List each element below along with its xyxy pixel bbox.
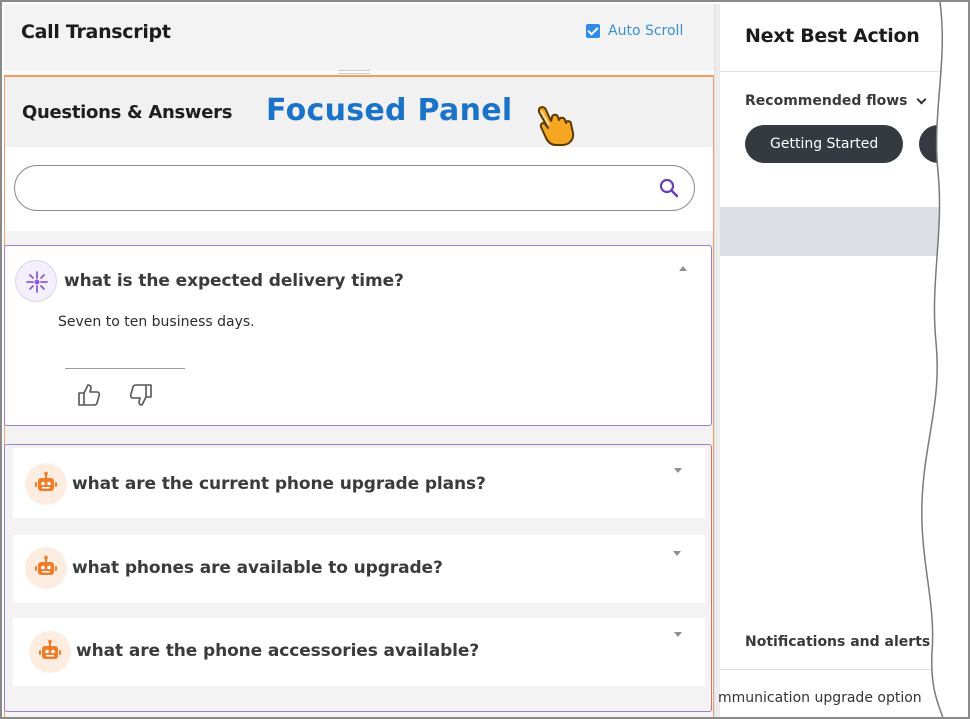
- search-icon[interactable]: [658, 177, 680, 199]
- app-window: Call Transcript Auto Scroll Questions & …: [0, 0, 970, 719]
- transcript-title: Call Transcript: [21, 21, 171, 43]
- chevron-down-icon[interactable]: [916, 94, 926, 104]
- transcript-column: Call Transcript Auto Scroll Questions & …: [4, 4, 714, 717]
- transcript-header: Call Transcript Auto Scroll: [4, 4, 714, 70]
- notification-item[interactable]: mmunication upgrade option: [718, 690, 922, 706]
- thumbs-up-icon[interactable]: [76, 382, 102, 408]
- ai-sparkle-icon: [26, 271, 48, 293]
- bot-avatar: [29, 631, 71, 673]
- expand-caret-icon[interactable]: [674, 468, 682, 473]
- robot-icon: [35, 471, 57, 491]
- qa-card-expanded[interactable]: what is the expected delivery time? Seve…: [4, 245, 712, 426]
- collapse-caret-icon[interactable]: [679, 266, 687, 271]
- qa-card-collapsed[interactable]: what are the current phone upgrade plans…: [13, 448, 705, 518]
- thumbs-down-icon[interactable]: [128, 382, 154, 408]
- answer-text: Seven to ten business days.: [58, 314, 255, 330]
- expand-caret-icon[interactable]: [673, 551, 681, 556]
- flow-pill-partial[interactable]: Te: [919, 125, 968, 163]
- content-placeholder-band: [720, 207, 968, 256]
- resize-handle[interactable]: [338, 70, 370, 74]
- recommended-flows-label[interactable]: Recommended flows: [745, 93, 908, 109]
- bot-avatar: [25, 463, 67, 505]
- notifications-divider: [720, 669, 968, 670]
- ai-avatar: [15, 260, 57, 302]
- auto-scroll-label[interactable]: Auto Scroll: [608, 23, 683, 39]
- focused-panel-annotation: Focused Panel: [266, 93, 513, 128]
- nba-divider: [720, 71, 968, 72]
- qa-card-collapsed[interactable]: what are the phone accessories available…: [13, 618, 705, 686]
- pointer-hand-icon: [538, 106, 575, 146]
- flow-pill-getting-started[interactable]: Getting Started: [745, 125, 904, 163]
- qa-title: Questions & Answers: [22, 102, 233, 123]
- auto-scroll-toggle[interactable]: Auto Scroll: [586, 23, 683, 39]
- answer-divider: [65, 368, 185, 369]
- search-area: [5, 147, 713, 231]
- auto-scroll-checkbox[interactable]: [586, 24, 600, 38]
- next-best-action-column: Next Best Action Recommended flows Getti…: [718, 4, 968, 717]
- qa-header: Questions & Answers Focused Panel: [5, 77, 713, 147]
- recommended-flows-dropdown[interactable]: Recommended flows: [745, 93, 926, 109]
- question-text[interactable]: what are the phone accessories available…: [76, 641, 479, 661]
- bot-avatar: [25, 547, 67, 589]
- qa-card-collapsed[interactable]: what phones are available to upgrade?: [13, 535, 705, 603]
- qa-collapsed-list: what are the current phone upgrade plans…: [4, 444, 712, 712]
- nba-title: Next Best Action: [745, 25, 920, 47]
- qa-search-input[interactable]: [14, 165, 695, 211]
- notifications-title: Notifications and alerts: [745, 634, 931, 650]
- robot-icon: [39, 639, 61, 659]
- robot-icon: [35, 555, 57, 575]
- question-text[interactable]: what phones are available to upgrade?: [72, 558, 443, 578]
- question-text[interactable]: what are the current phone upgrade plans…: [72, 474, 486, 494]
- question-text[interactable]: what is the expected delivery time?: [64, 271, 404, 291]
- expand-caret-icon[interactable]: [674, 632, 682, 637]
